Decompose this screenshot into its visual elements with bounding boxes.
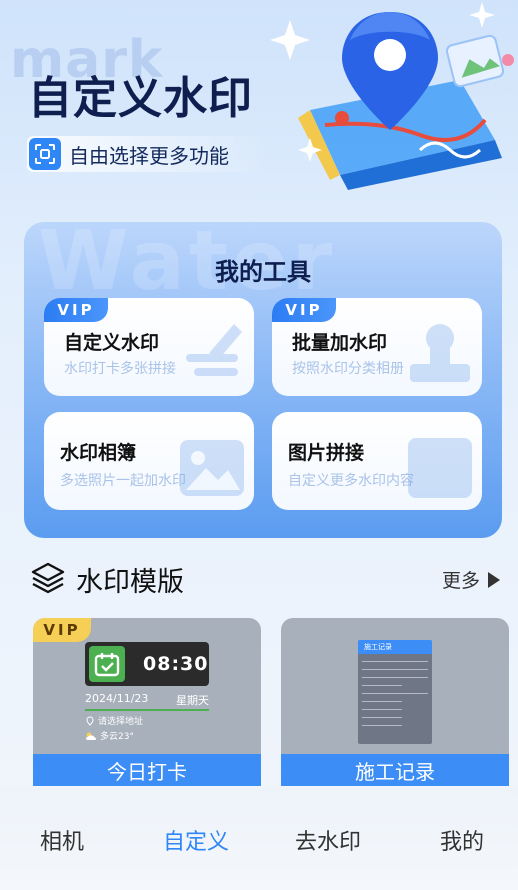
tab-mine[interactable]: 我的 [440, 824, 484, 856]
clock-time: 08:30 [143, 653, 209, 675]
vip-badge: VIP [272, 298, 336, 322]
hero-banner: mark 自定义水印 自由选择更多功能 [0, 0, 518, 215]
triangle-right-icon [488, 571, 500, 588]
photo-album-icon [180, 440, 244, 496]
scan-frame-icon [29, 138, 61, 170]
stamp-icon [410, 324, 470, 382]
divider [85, 709, 209, 711]
more-templates-link[interactable]: 更多 [442, 566, 500, 593]
tool-batch-watermark[interactable]: VIP 批量加水印 按照水印分类相册 [272, 298, 482, 396]
vip-badge: VIP [44, 298, 108, 322]
template-card-construction[interactable]: 施工记录 施工记录 [281, 618, 509, 786]
tab-custom[interactable]: 自定义 [163, 824, 229, 856]
template-card-checkin[interactable]: VIP 08:30 2024/11/23 星期天 请选择地址 多云23° 今日打… [33, 618, 261, 786]
map-pin-illustration [270, 2, 514, 190]
date-row: 2024/11/23 星期天 [85, 692, 209, 708]
record-line [362, 677, 428, 678]
hero-subtitle: 自由选择更多功能 [69, 143, 229, 168]
page-title: 自定义水印 [28, 73, 253, 124]
date-value: 2024/11/23 [85, 692, 149, 705]
tab-camera[interactable]: 相机 [40, 824, 84, 856]
location-pin-icon [86, 715, 94, 726]
layers-icon [31, 562, 65, 594]
cloud-sun-icon [86, 732, 96, 740]
tool-name: 图片拼接 [288, 442, 365, 464]
tool-name: 批量加水印 [292, 332, 388, 354]
more-label: 更多 [441, 570, 480, 592]
record-line [362, 669, 428, 670]
record-line [362, 661, 428, 662]
my-tools-panel: Water 我的工具 VIP 自定义水印 水印打卡多张拼接 VIP 批量加水印 … [24, 222, 502, 538]
tool-name: 自定义水印 [64, 332, 160, 354]
tool-description: 水印打卡多张拼接 [64, 361, 176, 377]
weather-row: 多云23° [85, 729, 134, 742]
record-header: 施工记录 [358, 640, 432, 654]
template-label: 今日打卡 [33, 754, 261, 786]
collage-icon [408, 438, 472, 498]
tool-custom-watermark[interactable]: VIP 自定义水印 水印打卡多张拼接 [44, 298, 254, 396]
calendar-check-icon [89, 646, 125, 682]
tool-watermark-album[interactable]: 水印相簿 多选照片一起加水印 [44, 412, 254, 510]
construction-record-preview: 施工记录 [358, 640, 432, 744]
clock-display: 08:30 [85, 642, 209, 686]
record-line [362, 701, 402, 702]
weekday-value: 星期天 [176, 694, 209, 707]
record-line [362, 717, 402, 718]
record-line [362, 725, 402, 726]
weather-value: 多云23° [100, 732, 134, 742]
record-line [362, 693, 428, 694]
tool-image-collage[interactable]: 图片拼接 自定义更多水印内容 [272, 412, 482, 510]
hero-subtitle-bar: 自由选择更多功能 [27, 136, 267, 172]
tool-description: 多选照片一起加水印 [60, 473, 186, 489]
pencil-note-icon [186, 324, 242, 376]
record-line [362, 709, 402, 710]
tool-description: 自定义更多水印内容 [288, 473, 414, 489]
bottom-tab-bar: 相机 自定义 去水印 我的 [0, 788, 518, 890]
tool-name: 水印相簿 [60, 442, 137, 464]
tool-description: 按照水印分类相册 [292, 361, 404, 377]
section-title: 水印模版 [76, 567, 184, 598]
record-line [362, 685, 402, 686]
vip-badge: VIP [33, 618, 91, 642]
address-row: 请选择地址 [85, 714, 143, 727]
tools-title: 我的工具 [215, 258, 311, 286]
address-value: 请选择地址 [98, 717, 144, 727]
templates-header: 水印模版 更多 [30, 558, 500, 598]
template-label: 施工记录 [281, 754, 509, 786]
tab-remove-watermark[interactable]: 去水印 [295, 824, 361, 856]
